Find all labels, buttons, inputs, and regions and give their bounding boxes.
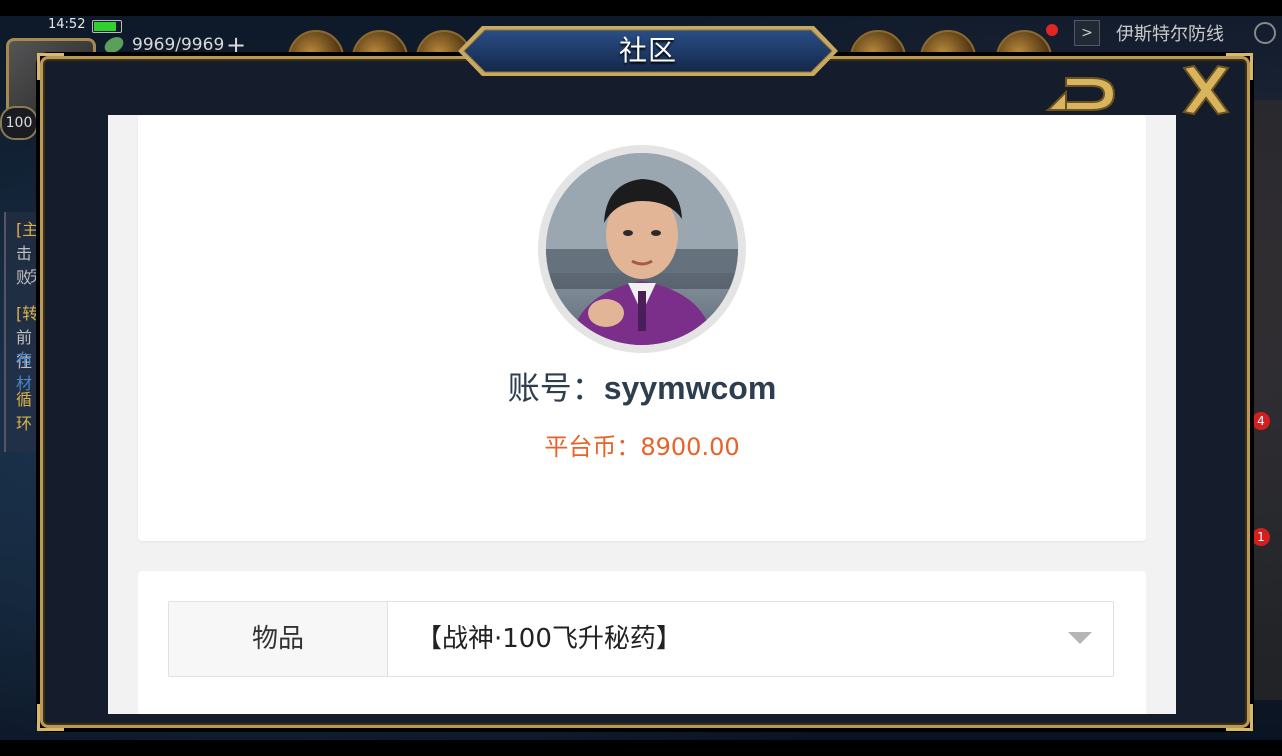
account-label: 账号： — [507, 369, 604, 407]
back-button[interactable] — [1044, 66, 1120, 118]
frame-corner — [1226, 704, 1253, 731]
account-value: syymwcom — [603, 370, 777, 406]
map-name: 伊斯特尔防线 — [1116, 24, 1224, 45]
dialog-title-plate: 社区 — [456, 24, 840, 78]
bottom-letterbox — [0, 740, 1282, 756]
system-status-bar — [0, 0, 1282, 16]
avatar-photo — [546, 153, 738, 345]
quest-expand-icon[interactable]: > — [1074, 20, 1100, 46]
item-field: 物品 【战神·100飞升秘药】 — [168, 601, 1114, 677]
notification-badge: 1 — [1252, 528, 1270, 546]
coin-balance: 8900.00 — [640, 433, 740, 461]
notification-badge: 4 — [1252, 412, 1270, 430]
clock: 14:52 — [48, 17, 86, 32]
close-x-icon — [1182, 64, 1230, 116]
item-select[interactable]: 【战神·100飞升秘药】 — [388, 602, 1112, 676]
community-webview: 账号：syymwcom 平台币：8900.00 物品 【战神·100飞升秘药】 — [108, 115, 1176, 714]
profile-card: 账号：syymwcom 平台币：8900.00 — [138, 115, 1146, 541]
user-avatar — [538, 145, 746, 353]
chevron-down-icon — [1068, 632, 1092, 644]
add-stamina-button[interactable]: + — [226, 31, 246, 59]
close-button[interactable] — [1178, 62, 1234, 118]
dialog-title: 社区 — [618, 34, 677, 67]
notification-dot — [1046, 24, 1058, 36]
item-selected-value: 【战神·100飞升秘药】 — [416, 624, 682, 654]
platform-coin-line: 平台币：8900.00 — [138, 427, 1146, 462]
search-icon[interactable] — [1254, 22, 1276, 44]
battery-icon — [92, 20, 122, 33]
account-line: 账号：syymwcom — [138, 363, 1146, 409]
coin-label: 平台币： — [544, 433, 641, 461]
frame-corner — [37, 53, 64, 80]
item-label: 物品 — [169, 602, 388, 676]
frame-corner — [37, 704, 64, 731]
item-form-card: 物品 【战神·100飞升秘药】 — [138, 571, 1146, 714]
stamina-value: 9969/9969 — [132, 35, 225, 55]
player-level-badge: 100 — [0, 106, 38, 140]
back-arrow-icon — [1045, 77, 1116, 111]
